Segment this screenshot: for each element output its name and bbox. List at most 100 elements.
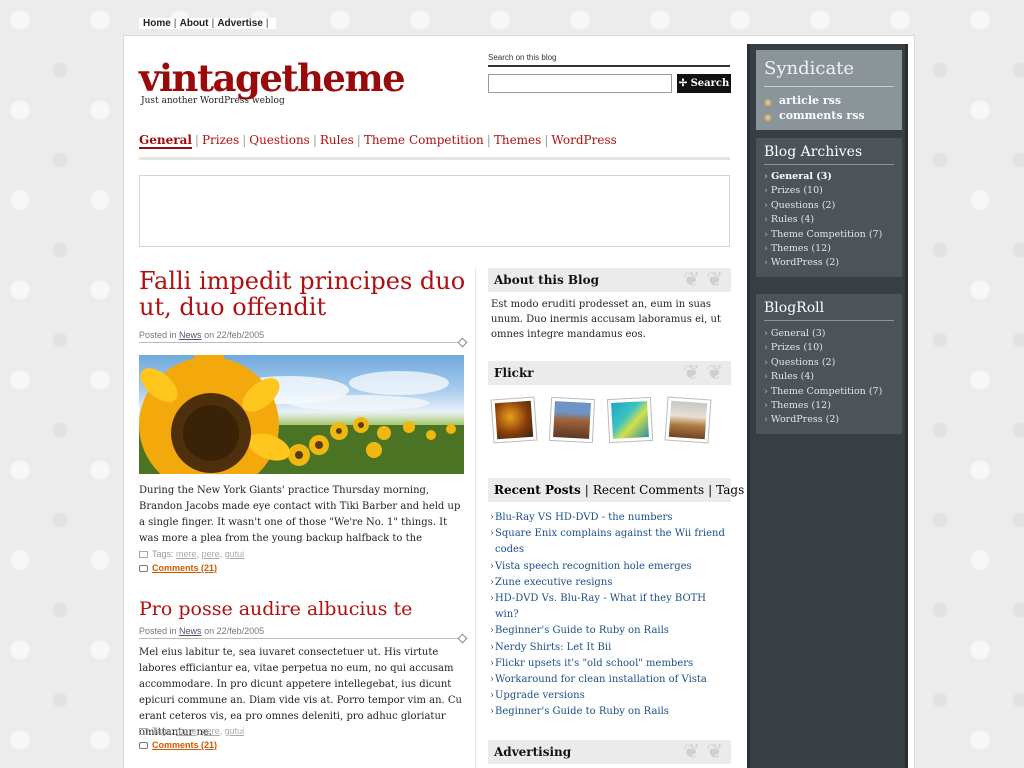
ornament-icon: ❦ ❦ [683,268,723,291]
recent-post-link[interactable]: Nerdy Shirts: Let It Bii [495,642,611,653]
nav-about-link[interactable]: About [180,18,209,29]
blogroll-panel: BlogRoll General (3) Prizes (10) Questio… [756,294,902,434]
archive-link[interactable]: Prizes (10) [764,184,882,198]
tag-link[interactable]: pere [202,726,220,736]
flickr-photo[interactable] [548,396,596,444]
post-date: 22/feb/2005 [216,626,265,636]
recent-post-link[interactable]: Beginner's Guide to Ruby on Rails [495,625,669,636]
archives-title: Blog Archives [764,144,863,160]
syndicate-title: Syndicate [764,58,855,79]
recent-post-link[interactable]: Zune executive resigns [495,577,612,588]
site-title[interactable]: vintagetheme [139,56,406,100]
archive-link[interactable]: Theme Competition (7) [764,228,882,242]
comments-rss-link[interactable]: ◉ comments rss [764,109,865,123]
cat-questions-link[interactable]: Questions [249,133,310,147]
tag-link[interactable]: gutui [225,726,245,736]
nav-home-link[interactable]: Home [143,18,171,29]
list-item: Nerdy Shirts: Let It Bii [490,640,730,656]
recent-post-link[interactable]: Vista speech recognition hole emerges [495,561,692,572]
cat-rules-link[interactable]: Rules [320,133,354,147]
blogroll-link[interactable]: General (3) [764,327,882,341]
cat-general-link[interactable]: General [139,133,192,149]
list-item: Blu-Ray VS HD-DVD - the numbers [490,510,730,526]
archives-list: General (3) Prizes (10) Questions (2) Ru… [764,170,882,271]
post-date: 22/feb/2005 [216,330,265,340]
search-button[interactable]: ✢ Search [677,74,731,93]
archive-link[interactable]: Rules (4) [764,213,882,227]
category-divider [139,157,730,160]
recent-post-link[interactable]: Upgrade versions [495,690,585,701]
ornament-icon: ❦ ❦ [683,361,723,384]
archive-link[interactable]: WordPress (2) [764,256,882,270]
blogroll-link[interactable]: Themes (12) [764,399,882,413]
list-item: HD-DVD Vs. Blu-Ray - What if they BOTH w… [490,591,730,623]
recent-post-link[interactable]: HD-DVD Vs. Blu-Ray - What if they BOTH w… [495,593,706,620]
tab-recent-comments[interactable]: Recent Comments [593,483,704,497]
post-image-sunflower[interactable] [139,355,464,474]
comments-link[interactable]: Comments (21) [152,740,217,750]
widget-flickr-header: Flickr ❦ ❦ [488,361,731,385]
post-meta: Posted in News on 22/feb/2005 [139,626,468,644]
cat-prizes-link[interactable]: Prizes [202,133,239,147]
archive-link[interactable]: General (3) [764,170,882,184]
tag-icon [139,551,148,559]
page-container: vintagetheme Just another WordPress webl… [123,35,915,768]
recent-post-link[interactable]: Blu-Ray VS HD-DVD - the numbers [495,512,672,523]
flickr-photo[interactable] [606,396,654,444]
tag-link[interactable]: mere [176,726,197,736]
list-item: Zune executive resigns [490,575,730,591]
nav-advertise-link[interactable]: Advertise [217,18,263,29]
search-input[interactable] [488,74,672,93]
recent-post-link[interactable]: Flickr upsets it's "old school" members [495,658,693,669]
recent-post-link[interactable]: Beginner's Guide to Ruby on Rails [495,706,669,717]
post-tags: Tags: mere, pere, gutui [139,549,244,559]
syndicate-divider [764,86,894,87]
tag-link[interactable]: mere [176,549,197,559]
flickr-photo[interactable] [490,396,538,444]
post-tags: Tags: mere, pere, gutui [139,726,244,736]
blogroll-link[interactable]: Questions (2) [764,356,882,370]
archive-link[interactable]: Questions (2) [764,199,882,213]
post-comments: Comments (21) [139,563,217,573]
list-item: Square Enix complains against the Wii fr… [490,526,730,558]
article-rss-link[interactable]: ◉ article rss [764,94,841,108]
tag-link[interactable]: gutui [225,549,245,559]
search-button-label: Search [690,78,730,89]
comments-link[interactable]: Comments (21) [152,563,217,573]
flickr-photo[interactable] [664,396,712,444]
blogroll-link[interactable]: Theme Competition (7) [764,385,882,399]
post-title[interactable]: Falli impedit principes duo ut, duo offe… [139,268,469,320]
about-text: Est modo eruditi prodesset an, eum in su… [491,299,721,340]
blogroll-link[interactable]: Prizes (10) [764,341,882,355]
rss-icon: ◉ [764,113,772,123]
list-item: Vista speech recognition hole emerges [490,559,730,575]
tag-link[interactable]: pere [202,549,220,559]
cat-themes-link[interactable]: Themes [494,133,541,147]
post-title[interactable]: Pro posse audire albucius te [139,596,469,622]
ornament-icon [457,633,468,644]
blogroll-link[interactable]: Rules (4) [764,370,882,384]
list-item: Beginner's Guide to Ruby on Rails [490,704,730,720]
cat-theme-competition-link[interactable]: Theme Competition [364,133,484,147]
tab-tags[interactable]: Tags [716,483,744,497]
right-sidebar: Syndicate ◉ article rss ◉ comments rss Blo… [747,44,908,768]
archive-link[interactable]: Themes (12) [764,242,882,256]
recent-post-link[interactable]: Square Enix complains against the Wii fr… [495,528,725,555]
list-item: Flickr upsets it's "old school" members [490,656,730,672]
cat-wordpress-link[interactable]: WordPress [551,133,616,147]
search-icon: ✢ [678,78,691,89]
comment-icon [139,742,148,750]
site-tagline: Just another WordPress weblog [141,96,285,106]
widget-about-header: About this Blog ❦ ❦ [488,268,731,292]
tab-recent-posts[interactable]: Recent Posts [494,483,581,497]
post-category-link[interactable]: News [179,626,202,636]
recent-post-link[interactable]: Workaround for clean installation of Vis… [495,674,707,685]
tag-icon [139,728,148,736]
comment-icon [139,565,148,573]
posts-tabs: Recent Posts | Recent Comments | Tags [488,478,744,502]
post-category-link[interactable]: News [179,330,202,340]
blogroll-title: BlogRoll [764,300,825,316]
ad-banner-placeholder[interactable] [139,175,730,247]
blogroll-link[interactable]: WordPress (2) [764,413,882,427]
category-navigation: General | Prizes | Questions | Rules | Theme Com… [139,133,617,149]
